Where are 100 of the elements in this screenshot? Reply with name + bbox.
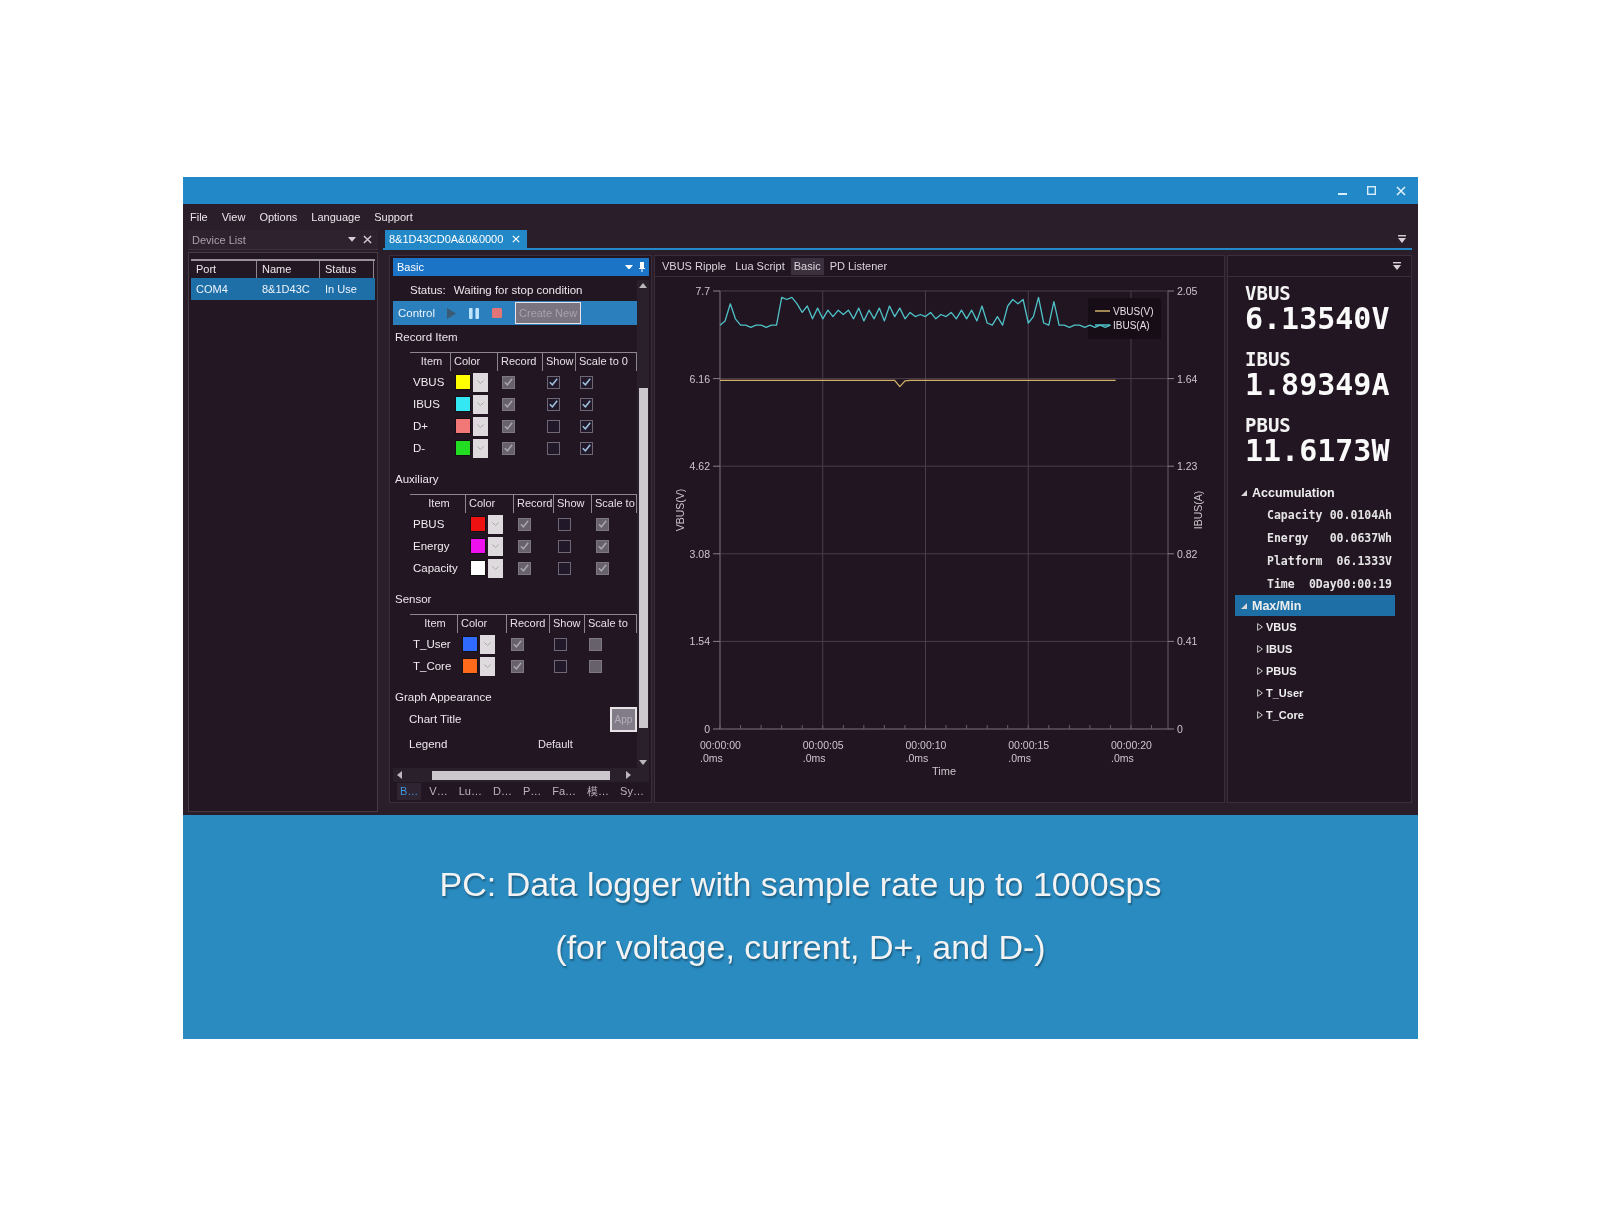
status-label: Status: [410,284,446,296]
y-axis-title: IBUS(A) [1192,490,1204,530]
panel-tab[interactable]: Lu… [455,782,485,800]
color-swatch-icon[interactable] [470,516,486,532]
arrow-up-icon[interactable] [639,283,647,288]
vertical-scrollbar[interactable] [637,280,649,768]
collapsed-triangle-icon[interactable] [1257,623,1263,631]
color-dropdown-button[interactable] [488,558,503,578]
collapsed-triangle-icon[interactable] [1257,711,1263,719]
section-title: Sensor [394,592,433,607]
checkbox[interactable] [580,375,593,389]
close-icon[interactable] [363,235,372,244]
collapsed-triangle-icon[interactable] [1257,667,1263,675]
maximize-icon[interactable] [1367,186,1376,195]
checkbox[interactable] [558,517,571,531]
tree-item[interactable]: Accumulation [1235,482,1395,503]
horizontal-scrollbar[interactable] [393,768,649,782]
chart-tab[interactable]: PD Listener [826,257,891,275]
scrollbar-thumb[interactable] [432,770,610,780]
checkbox[interactable] [580,441,593,455]
color-dropdown-button[interactable] [473,372,488,392]
chart-tab[interactable]: Lua Script [732,257,788,275]
column-header: Color [451,353,498,371]
arrow-right-icon[interactable] [626,771,631,779]
panel-tab[interactable]: B… [397,782,422,800]
field-label: Legend [409,738,449,750]
y-tick-label: 4.62 [689,460,710,473]
color-swatch-icon[interactable] [455,374,471,390]
tree-item[interactable]: IBUS [1235,638,1395,660]
color-dropdown-button[interactable] [480,634,495,654]
x-tick-label: 00:00:20 .0ms [1111,739,1152,764]
checkbox[interactable] [580,419,593,433]
color-dropdown-button[interactable] [473,416,488,436]
scrollbar-thumb[interactable] [638,388,648,728]
panel-tab[interactable]: Sy… [617,782,647,800]
dropdown-value[interactable]: Default [538,738,573,750]
collapsed-triangle-icon[interactable] [1257,689,1263,697]
color-swatch-icon[interactable] [455,440,471,456]
panel-tab[interactable]: Fa… [549,782,580,800]
panel-tab[interactable]: V… [426,782,451,800]
arrow-left-icon[interactable] [397,771,402,779]
color-dropdown-button[interactable] [488,536,503,556]
caret-down-icon[interactable] [1398,235,1406,243]
column-header: Show [554,495,592,513]
color-swatch-icon[interactable] [470,538,486,554]
panel-tab[interactable]: P… [519,782,545,800]
color-dropdown-button[interactable] [473,438,488,458]
item-label: Energy [412,540,451,552]
play-icon [447,307,457,319]
color-dropdown-button[interactable] [473,394,488,414]
menu-item[interactable]: File [190,211,208,223]
checkbox[interactable] [547,441,560,455]
panel-tab[interactable]: D… [489,782,515,800]
collapsed-triangle-icon[interactable] [1257,645,1263,653]
check-icon [520,564,529,572]
checkbox[interactable] [547,375,560,389]
checkbox[interactable] [554,637,567,651]
checkbox[interactable] [558,561,571,575]
chevron-down-icon [492,522,499,526]
menu-item[interactable]: View [221,211,246,223]
pin-icon[interactable] [639,262,645,272]
checkbox[interactable] [554,659,567,673]
reading-value: 6.13540V [1245,304,1390,334]
color-swatch-icon[interactable] [455,396,471,412]
tree-item[interactable]: T_User [1235,682,1395,704]
color-dropdown-button[interactable] [488,514,503,534]
menu-item[interactable]: Language [311,211,361,223]
chart-tab[interactable]: Basic [790,257,824,275]
caret-down-icon[interactable] [348,237,356,242]
caret-down-icon[interactable] [1393,262,1401,270]
check-icon [520,520,529,528]
device-row[interactable]: COM4 8&1D43C In Use [191,278,375,300]
tree-item[interactable]: T_Core [1235,704,1395,726]
color-swatch-icon[interactable] [455,418,471,434]
menu-item[interactable]: Support [374,211,413,223]
column-header: Item [410,353,451,371]
checkbox[interactable] [580,397,593,411]
y-tick-label: 3.08 [689,547,710,560]
chevron-down-icon [484,664,491,668]
color-swatch-icon[interactable] [462,658,478,674]
panel-tab[interactable]: 模… [584,782,613,800]
color-swatch-icon[interactable] [470,560,486,576]
expanded-triangle-icon[interactable] [1241,489,1247,496]
color-swatch-icon[interactable] [462,636,478,652]
section-title: Auxiliary [394,472,440,487]
document-tab[interactable]: 8&1D43CD0A&0&0000 [385,230,528,248]
chart-tab[interactable]: VBUS Ripple [659,257,730,275]
status-text: Waiting for stop condition [453,284,583,296]
tree-item[interactable]: PBUS [1235,660,1395,682]
checkbox[interactable] [547,419,560,433]
color-dropdown-button[interactable] [480,656,495,676]
tree-item[interactable]: Max/Min [1235,595,1395,616]
checkbox[interactable] [558,539,571,553]
arrow-down-icon[interactable] [639,760,647,765]
menu-item[interactable]: Options [259,211,298,223]
checkbox[interactable] [547,397,560,411]
tree-item[interactable]: VBUS [1235,616,1395,638]
minimize-icon[interactable] [1338,192,1347,195]
y-tick-label: 7.7 [695,285,710,297]
pause-button[interactable] [469,307,480,319]
